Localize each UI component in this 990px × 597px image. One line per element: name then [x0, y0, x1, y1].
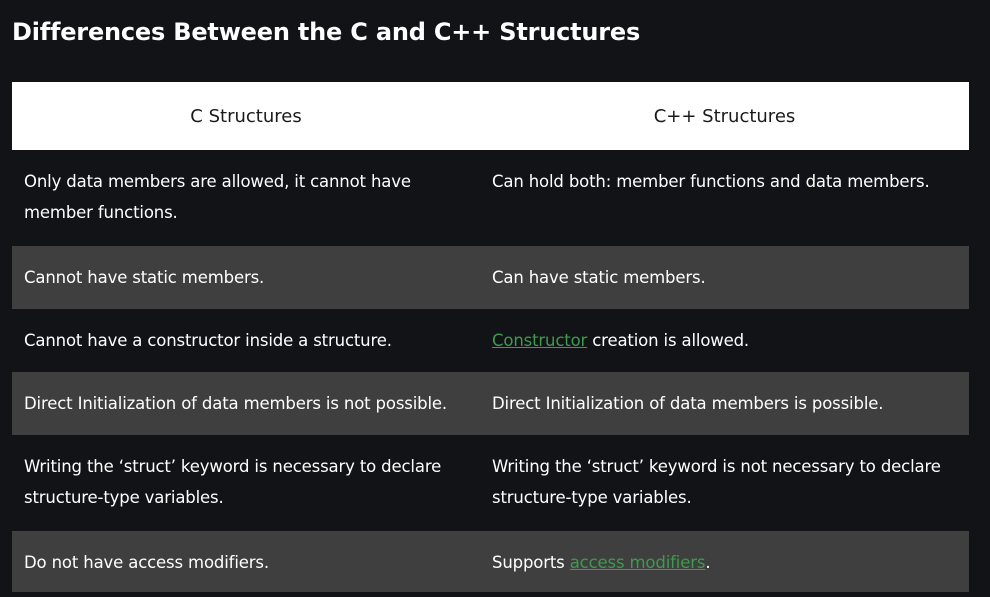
- table-cell-c: Writing the ‘struct’ keyword is necessar…: [12, 435, 480, 531]
- cell-text: creation is allowed.: [587, 331, 750, 350]
- table-cell-cpp: Can hold both: member functions and data…: [480, 150, 969, 246]
- table-row: Cannot have a constructor inside a struc…: [12, 309, 969, 372]
- comparison-table: C Structures C++ Structures Only data me…: [12, 82, 969, 592]
- table-cell-cpp: Writing the ‘struct’ keyword is not nece…: [480, 435, 969, 531]
- table-header: C Structures C++ Structures: [12, 82, 969, 150]
- cell-text: .: [705, 553, 711, 572]
- table-cell-cpp: Direct Initialization of data members is…: [480, 372, 969, 435]
- table-cell-cpp: Supports access modifiers.: [480, 531, 969, 592]
- table-cell-c: Only data members are allowed, it cannot…: [12, 150, 480, 246]
- table-cell-c: Direct Initialization of data members is…: [12, 372, 480, 435]
- page-title: Differences Between the C and C++ Struct…: [12, 18, 641, 46]
- header-row: C Structures C++ Structures: [12, 82, 969, 150]
- table-cell-c: Do not have access modifiers.: [12, 531, 480, 592]
- column-header-c: C Structures: [12, 82, 480, 150]
- table-row: Only data members are allowed, it cannot…: [12, 150, 969, 246]
- table-body: Only data members are allowed, it cannot…: [12, 150, 969, 592]
- article-section: Differences Between the C and C++ Struct…: [0, 0, 990, 597]
- constructor-link[interactable]: Constructor: [492, 331, 587, 350]
- table-row: Writing the ‘struct’ keyword is necessar…: [12, 435, 969, 531]
- table-cell-c: Cannot have a constructor inside a struc…: [12, 309, 480, 372]
- column-header-cpp: C++ Structures: [480, 82, 969, 150]
- table-cell-c: Cannot have static members.: [12, 246, 480, 309]
- table-row: Direct Initialization of data members is…: [12, 372, 969, 435]
- table-row: Do not have access modifiers. Supports a…: [12, 531, 969, 592]
- table-cell-cpp: Can have static members.: [480, 246, 969, 309]
- table-cell-cpp: Constructor creation is allowed.: [480, 309, 969, 372]
- table-row: Cannot have static members. Can have sta…: [12, 246, 969, 309]
- access-modifiers-link[interactable]: access modifiers: [570, 553, 706, 572]
- cell-text: Supports: [492, 553, 570, 572]
